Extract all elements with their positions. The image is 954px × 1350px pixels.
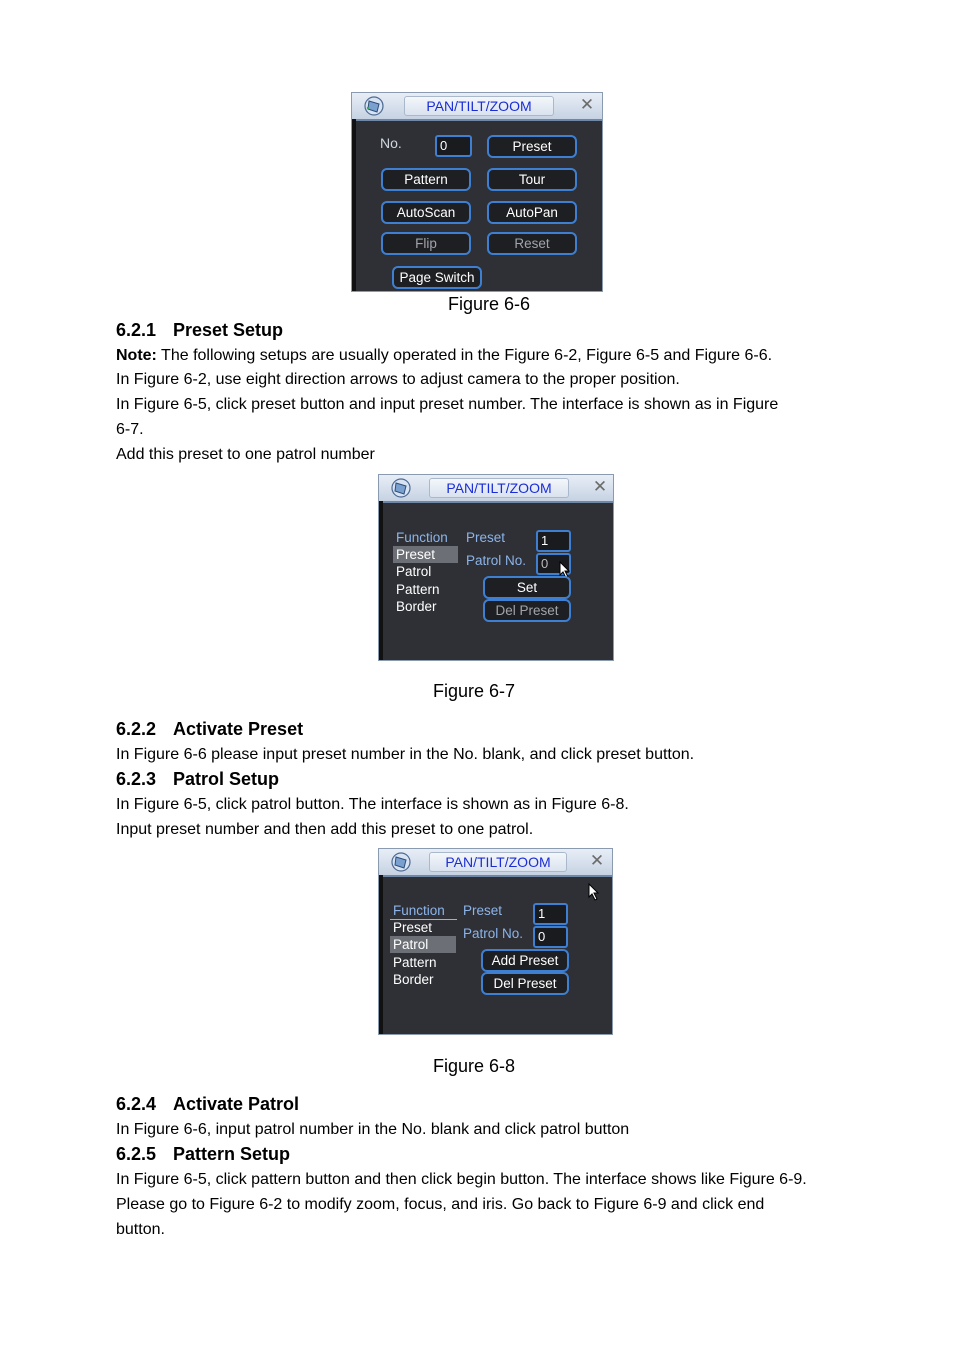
section-heading: 6.2.4 Activate Patrol [116, 1094, 299, 1115]
del-preset-button[interactable]: Del Preset [483, 599, 571, 622]
pattern-button[interactable]: Pattern [381, 168, 471, 191]
preset-button[interactable]: Preset [487, 135, 577, 158]
figure-caption: Figure 6-7 [433, 681, 516, 701]
paragraph: In Figure 6-5, click preset button and i… [116, 396, 779, 413]
window-title: PAN/TILT/ZOOM [404, 96, 554, 116]
note-label: Note: [116, 347, 157, 364]
patrol-no-input[interactable]: 0 [533, 926, 568, 948]
patrol-no-label: Patrol No. [466, 553, 527, 568]
section-number: 6.2.1 [116, 320, 157, 340]
autopan-button[interactable]: AutoPan [487, 201, 577, 224]
section-heading: 6.2.2 Activate Preset [116, 719, 303, 740]
no-label: No. [380, 135, 402, 151]
section-number: 6.2.3 [116, 769, 157, 789]
section-heading: 6.2.3 Patrol Setup [116, 769, 279, 790]
function-menu-heading: Function [396, 530, 448, 545]
note-paragraph: Note: The following setups are usually o… [116, 343, 772, 368]
menu-item-preset[interactable]: Preset [390, 919, 432, 936]
section-title: Activate Patrol [173, 1094, 300, 1114]
paragraph: In Figure 6-6 please input preset number… [116, 746, 695, 763]
ptz-window-figure-6-6: PAN/TILT/ZOOM ✕ No. 0 Preset Pattern Tou… [351, 92, 603, 292]
ptz-logo-icon [391, 852, 411, 872]
section-title: Pattern Setup [173, 1144, 291, 1164]
window-edge [379, 875, 383, 1034]
section-title: Preset Setup [173, 320, 284, 340]
menu-item-pattern[interactable]: Pattern [390, 954, 437, 971]
preset-input[interactable]: 1 [533, 903, 568, 925]
menu-item-preset[interactable]: Preset [393, 546, 458, 563]
figure-caption: Figure 6-8 [433, 1056, 516, 1076]
paragraph: Input preset number and then add this pr… [116, 821, 534, 838]
figure-caption: Figure 6-6 [448, 294, 531, 314]
autoscan-button[interactable]: AutoScan [381, 201, 471, 224]
no-input[interactable]: 0 [435, 135, 472, 157]
reset-button[interactable]: Reset [487, 232, 577, 255]
preset-label: Preset [466, 530, 506, 545]
ptz-logo-icon [364, 96, 384, 116]
window-edge [379, 501, 383, 660]
paragraph: 6-7. [116, 421, 144, 438]
paragraph: Add this preset to one patrol number [116, 446, 375, 463]
ptz-logo-icon [391, 478, 411, 498]
page-switch-button[interactable]: Page Switch [392, 266, 482, 289]
preset-input[interactable]: 1 [536, 530, 571, 552]
add-preset-button[interactable]: Add Preset [481, 949, 569, 972]
close-icon[interactable]: ✕ [578, 96, 596, 114]
paragraph: button. [116, 1221, 165, 1238]
menu-item-patrol[interactable]: Patrol [390, 936, 456, 953]
section-heading: 6.2.1 Preset Setup [116, 320, 283, 341]
section-number: 6.2.2 [116, 719, 157, 739]
preset-label: Preset [463, 903, 503, 918]
window-title: PAN/TILT/ZOOM [429, 852, 567, 872]
paragraph: Please go to Figure 6-2 to modify zoom, … [116, 1196, 765, 1213]
tour-button[interactable]: Tour [487, 168, 577, 191]
paragraph: In Figure 6-5, click pattern button and … [116, 1171, 807, 1188]
paragraph: In Figure 6-6, input patrol number in th… [116, 1121, 630, 1138]
paragraph: In Figure 6-5, click patrol button. The … [116, 796, 629, 813]
window-title: PAN/TILT/ZOOM [429, 478, 569, 498]
ptz-window-figure-6-8: PAN/TILT/ZOOM ✕ Function Preset Patrol P… [378, 848, 613, 1035]
function-menu-heading: Function [390, 902, 457, 920]
menu-item-patrol[interactable]: Patrol [393, 563, 431, 580]
set-button[interactable]: Set [483, 576, 571, 599]
del-preset-button[interactable]: Del Preset [481, 972, 569, 995]
close-icon[interactable]: ✕ [588, 852, 606, 870]
section-title: Activate Preset [173, 719, 304, 739]
section-number: 6.2.5 [116, 1144, 157, 1164]
menu-item-border[interactable]: Border [393, 598, 437, 615]
note-text: The following setups are usually operate… [156, 347, 773, 364]
menu-item-border[interactable]: Border [390, 971, 434, 988]
section-title: Patrol Setup [173, 769, 280, 789]
section-number: 6.2.4 [116, 1094, 157, 1114]
patrol-no-label: Patrol No. [463, 926, 524, 941]
menu-item-pattern[interactable]: Pattern [393, 581, 440, 598]
section-heading: 6.2.5 Pattern Setup [116, 1144, 290, 1165]
paragraph: In Figure 6-2, use eight direction arrow… [116, 371, 680, 388]
flip-button[interactable]: Flip [381, 232, 471, 255]
ptz-window-figure-6-7: PAN/TILT/ZOOM ✕ Function Preset Patrol P… [378, 474, 614, 661]
window-edge [352, 119, 356, 291]
close-icon[interactable]: ✕ [591, 478, 609, 496]
mouse-cursor-icon [588, 883, 600, 901]
